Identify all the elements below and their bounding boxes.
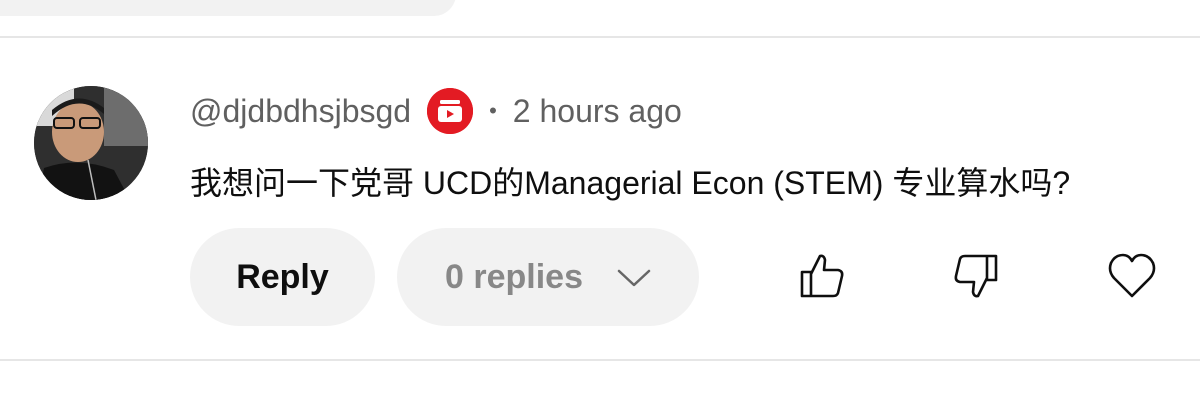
reply-button[interactable]: Reply [190, 228, 375, 326]
view-replies-button[interactable]: 0 replies [397, 228, 699, 326]
avatar[interactable] [34, 86, 148, 200]
comment-text: 我想问一下党哥 UCD的Managerial Econ (STEM) 专业算水吗… [190, 165, 1071, 201]
previous-item-pill [0, 0, 456, 16]
meta-separator: • [489, 98, 497, 123]
chevron-down-icon [617, 258, 651, 297]
top-divider [0, 36, 1200, 38]
reply-label: Reply [236, 257, 329, 296]
thumbs-up-icon [798, 252, 846, 305]
heart-button[interactable] [1104, 250, 1160, 306]
comment-meta: @djdbdhsjbsgd • 2 hours ago [190, 88, 682, 134]
dislike-button[interactable] [948, 250, 1004, 306]
thumbs-down-icon [952, 252, 1000, 305]
bottom-divider [0, 359, 1200, 361]
comment-page: @djdbdhsjbsgd • 2 hours ago 我想问一下党哥 UCD的… [0, 0, 1200, 401]
like-button[interactable] [794, 250, 850, 306]
timestamp: 2 hours ago [512, 92, 682, 129]
username[interactable]: @djdbdhsjbsgd [190, 93, 411, 130]
heart-icon [1107, 252, 1157, 305]
creator-badge-icon [427, 88, 474, 134]
replies-label: 0 replies [445, 257, 583, 296]
